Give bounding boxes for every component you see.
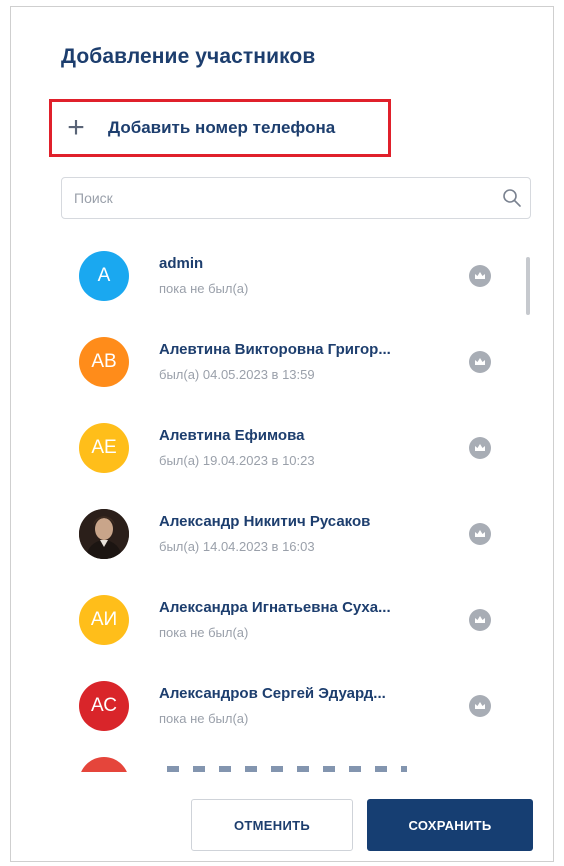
crown-icon[interactable]	[469, 265, 491, 287]
plus-icon: +	[67, 111, 85, 144]
add-members-dialog: Добавление участников + Добавить номер т…	[10, 6, 554, 862]
avatar-initials: АВ	[91, 351, 117, 372]
avatar: АС	[79, 681, 129, 731]
member-name: Алевтина Викторовна Григор...	[159, 341, 391, 358]
member-name: Александра Игнатьевна Суха...	[159, 599, 391, 616]
search-box	[61, 177, 531, 219]
crown-icon[interactable]	[469, 351, 491, 373]
member-status: пока не был(а)	[159, 281, 249, 296]
crown-icon[interactable]	[469, 695, 491, 717]
save-button[interactable]: СОХРАНИТЬ	[367, 799, 533, 851]
member-status: пока не был(а)	[159, 625, 249, 640]
member-row[interactable]: АИ Александра Игнатьевна Суха... пока не…	[71, 573, 541, 659]
member-name: admin	[159, 255, 204, 272]
avatar: АИ	[79, 595, 129, 645]
member-name: Александров Сергей Эдуард...	[159, 685, 386, 702]
member-status: пока не был(а)	[159, 711, 249, 726]
add-phone-label: Добавить номер телефона	[108, 118, 336, 137]
avatar-initials: A	[97, 265, 111, 286]
avatar: A	[79, 251, 129, 301]
member-status: был(а) 14.04.2023 в 16:03	[159, 539, 315, 554]
members-list[interactable]: A admin пока не был(а) АВ Алевтина Викто…	[71, 229, 541, 764]
avatar: АВ	[79, 337, 129, 387]
member-row-admin[interactable]: A admin пока не был(а)	[71, 229, 541, 315]
search-input[interactable]	[62, 178, 494, 218]
add-phone-number-button[interactable]: + Добавить номер телефона	[49, 99, 391, 157]
member-name: Александр Никитич Русаков	[159, 513, 371, 530]
cancel-button[interactable]: ОТМЕНИТЬ	[191, 799, 353, 851]
avatar-initials: АЕ	[91, 437, 117, 458]
member-row[interactable]: АВ Алевтина Викторовна Григор... был(а) …	[71, 315, 541, 401]
avatar-initials: АС	[91, 695, 117, 716]
member-row[interactable]: АЕ Алевтина Ефимова был(а) 19.04.2023 в …	[71, 401, 541, 487]
member-status: был(а) 19.04.2023 в 10:23	[159, 453, 315, 468]
member-status: был(а) 04.05.2023 в 13:59	[159, 367, 315, 382]
avatar: АЕ	[79, 423, 129, 473]
list-scrollbar[interactable]	[526, 257, 530, 315]
portrait-image	[79, 509, 129, 559]
avatar-initials: АИ	[90, 609, 118, 630]
member-row-partial[interactable]	[79, 752, 479, 772]
member-name-clipped	[167, 766, 407, 772]
search-icon[interactable]	[494, 180, 530, 216]
dialog-title: Добавление участников	[61, 45, 316, 68]
avatar-photo	[79, 509, 129, 559]
member-row[interactable]: Александр Никитич Русаков был(а) 14.04.2…	[71, 487, 541, 573]
member-name: Алевтина Ефимова	[159, 427, 305, 444]
crown-icon[interactable]	[469, 609, 491, 631]
avatar	[79, 757, 129, 772]
crown-icon[interactable]	[469, 437, 491, 459]
member-row[interactable]: АС Александров Сергей Эдуард... пока не …	[71, 659, 541, 745]
crown-icon[interactable]	[469, 523, 491, 545]
